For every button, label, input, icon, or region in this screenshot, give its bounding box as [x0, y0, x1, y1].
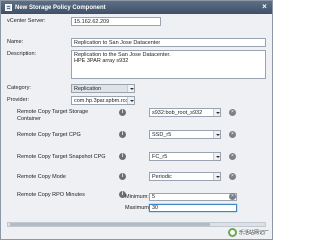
chevron-down-icon — [213, 109, 220, 116]
vcenter-server-field[interactable]: 15.162.62.209 — [71, 17, 161, 26]
name-field[interactable]: Replication to San Jose Datacenter — [71, 38, 266, 47]
remove-rule-icon[interactable]: × — [229, 153, 236, 160]
description-field[interactable]: Replication to the San Jose Datacenter. … — [71, 50, 266, 79]
snapshot-cpg-value: FC_r5 — [152, 154, 168, 160]
target-container-select[interactable]: s932:bob_root_s932 — [149, 108, 221, 117]
category-select[interactable]: Replication — [71, 84, 135, 93]
info-icon[interactable]: i — [119, 173, 126, 180]
chevron-down-icon — [213, 153, 220, 160]
rpo-minutes-label: Remote Copy RPO Minutes — [17, 192, 85, 198]
chevron-down-icon — [213, 173, 220, 180]
chevron-down-icon — [127, 97, 134, 104]
info-icon[interactable]: i — [119, 131, 126, 138]
description-line-2: HPE 3PAR array s932 — [74, 58, 129, 64]
close-icon[interactable]: × — [260, 3, 269, 12]
info-icon[interactable]: i — [119, 153, 126, 160]
snapshot-cpg-select[interactable]: FC_r5 — [149, 152, 221, 161]
copy-mode-select[interactable]: Periodic — [149, 172, 221, 181]
chevron-down-icon — [127, 85, 134, 92]
watermark-logo-icon — [227, 228, 237, 237]
snapshot-cpg-label: Remote Copy Target Snapshot CPG — [17, 154, 106, 160]
target-cpg-label: Remote Copy Target CPG — [17, 132, 81, 138]
dialog-title: New Storage Policy Component — [15, 4, 106, 11]
info-icon[interactable]: i — [119, 109, 126, 116]
rpo-min-input[interactable]: 5 — [149, 193, 237, 201]
target-cpg-value: SSD_r5 — [152, 132, 172, 138]
remove-rule-icon[interactable]: × — [229, 131, 236, 138]
watermark-text: 乐活站网记厂 — [238, 230, 269, 236]
category-value: Replication — [74, 86, 102, 92]
target-container-label: Remote Copy Target Storage — [17, 109, 89, 115]
name-label: Name: — [7, 39, 24, 45]
dialog-app-icon — [5, 4, 12, 11]
provider-value: com.hp.3par.spbm.rcopy — [74, 98, 135, 104]
dialog-titlebar: New Storage Policy Component × — [1, 1, 272, 14]
copy-mode-value: Periodic — [152, 174, 172, 180]
scrollbar-thumb[interactable] — [10, 223, 210, 226]
vcenter-label: vCenter Server: — [7, 18, 46, 24]
rpo-max-input[interactable]: 30 — [149, 204, 237, 212]
provider-label: Provider: — [7, 97, 30, 103]
remove-rule-icon[interactable]: × — [229, 109, 236, 116]
rpo-max-label: Maximum: — [125, 205, 151, 211]
provider-select[interactable]: com.hp.3par.spbm.rcopy — [71, 96, 135, 105]
category-label: Category: — [7, 85, 31, 91]
remove-rule-icon[interactable]: × — [229, 173, 236, 180]
rpo-min-label: Minimum: — [125, 194, 149, 200]
chevron-down-icon — [213, 131, 220, 138]
target-cpg-select[interactable]: SSD_r5 — [149, 130, 221, 139]
watermark: 乐活站网记厂 — [227, 228, 269, 237]
horizontal-scrollbar[interactable] — [7, 222, 266, 227]
new-storage-policy-dialog: New Storage Policy Component × vCenter S… — [0, 0, 273, 240]
copy-mode-label: Remote Copy Mode — [17, 174, 66, 180]
remove-rule-icon[interactable]: × — [229, 193, 236, 200]
description-label: Description: — [7, 51, 37, 57]
target-container-value: s932:bob_root_s932 — [152, 110, 203, 116]
target-container-label-2: Container — [17, 116, 41, 122]
